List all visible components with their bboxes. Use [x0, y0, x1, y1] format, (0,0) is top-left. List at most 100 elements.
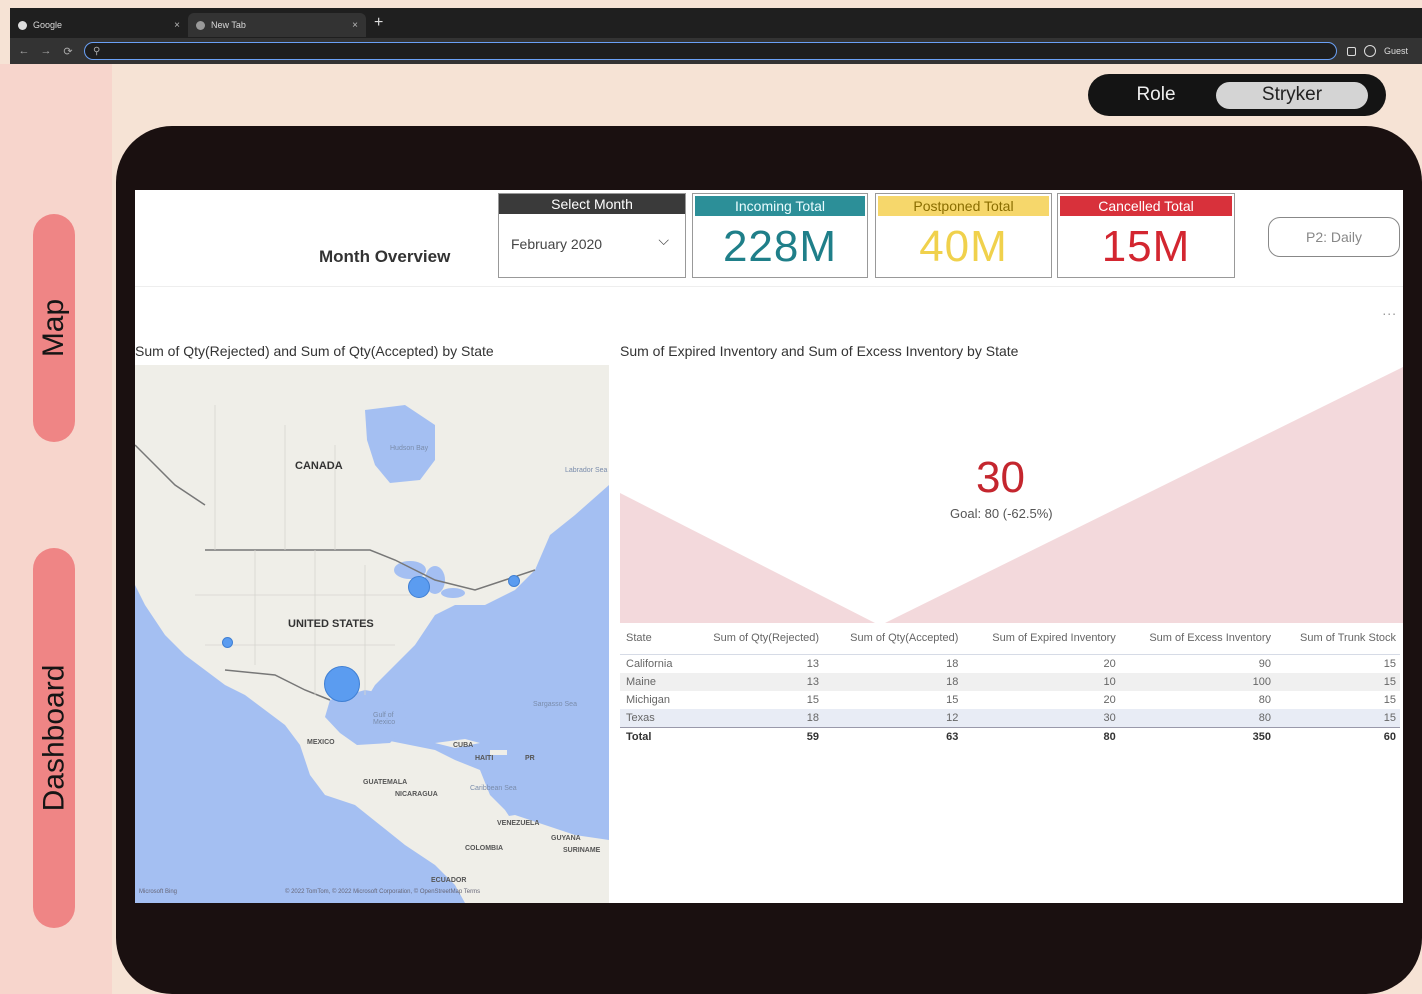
table-cell: 10: [962, 673, 1120, 691]
chevron-down-icon[interactable]: ⌵: [658, 232, 669, 249]
profile-label[interactable]: Guest: [1384, 46, 1408, 56]
table-cell: 30: [962, 709, 1120, 728]
address-bar-row: ← → ⟳ ⚲ Guest: [10, 38, 1422, 64]
incoming-total-card: Incoming Total 228M: [692, 193, 868, 278]
table-cell: 59: [806, 731, 820, 743]
address-input[interactable]: ⚲: [84, 42, 1337, 60]
map-title: Sum of Qty(Rejected) and Sum of Qty(Acce…: [135, 343, 494, 359]
map-bubble-california[interactable]: [222, 637, 233, 648]
tab-title: Google: [33, 20, 63, 30]
more-options-icon[interactable]: ...: [1382, 302, 1397, 318]
table-cell: California: [626, 658, 673, 670]
new-tab-button[interactable]: +: [374, 14, 383, 32]
map-label-nicaragua: NICARAGUA: [395, 791, 438, 798]
gauge-title: Sum of Expired Inventory and Sum of Exce…: [620, 343, 1019, 359]
map-label-us: UNITED STATES: [288, 618, 374, 630]
profile-icon[interactable]: [1363, 45, 1376, 57]
table-cell: 80: [1258, 694, 1271, 706]
reload-icon[interactable]: ⟳: [62, 45, 74, 58]
card-value: 40M: [919, 222, 1008, 271]
map-label-hudson: Hudson Bay: [390, 445, 429, 452]
browser-tab-new-tab[interactable]: New Tab ×: [188, 13, 366, 37]
nav-dashboard-button[interactable]: Dashboard: [33, 548, 75, 928]
map-label-guatemala: GUATEMALA: [363, 779, 408, 786]
p2-daily-button[interactable]: P2: Daily: [1268, 217, 1400, 257]
browser-chrome: Google × New Tab × + ← → ⟳ ⚲ Guest: [10, 8, 1422, 64]
table-cell: 13: [806, 658, 820, 670]
table-total-row: Total 59 63 80 350 60: [620, 728, 1400, 747]
column-header[interactable]: State: [620, 628, 687, 655]
map-bubble-maine[interactable]: [508, 575, 520, 587]
close-tab-icon[interactable]: ×: [174, 20, 180, 31]
page-title: Month Overview: [319, 247, 451, 266]
table-row[interactable]: Maine 13 18 10 100 15: [620, 673, 1400, 691]
table-cell: 63: [946, 731, 959, 743]
bubble-map[interactable]: CANADA UNITED STATES MEXICO Hudson Bay G…: [135, 365, 609, 903]
table-cell: Maine: [620, 673, 687, 691]
close-tab-icon[interactable]: ×: [352, 20, 358, 31]
tab-search-icon[interactable]: [1346, 46, 1356, 56]
month-slicer-value[interactable]: February 2020: [511, 236, 602, 252]
header-divider: [135, 286, 1403, 287]
table-cell: 20: [1103, 658, 1116, 670]
table-cell: 18: [946, 658, 959, 670]
nav-dashboard-label: Dashboard: [37, 664, 71, 812]
bing-attribution: Microsoft Bing: [139, 889, 178, 895]
map-label-guyana: GUYANA: [551, 835, 581, 842]
card-value: 15M: [1101, 222, 1191, 271]
nav-map-button[interactable]: Map: [33, 214, 75, 442]
table-cell: 18: [686, 709, 824, 728]
gauge-chart[interactable]: 30 Goal: 80 (-62.5%): [620, 365, 1403, 623]
month-slicer[interactable]: Select Month February 2020 ⌵: [498, 193, 686, 278]
role-value-button[interactable]: Stryker: [1216, 81, 1368, 109]
browser-tab-google[interactable]: Google ×: [10, 13, 188, 37]
toolbar-right: Guest: [1346, 45, 1414, 57]
table-cell: 100: [1119, 673, 1275, 691]
card-header: Postponed Total: [878, 196, 1049, 216]
table-cell: 15: [1383, 694, 1396, 706]
table-cell: 18: [823, 673, 963, 691]
table-cell: 15: [806, 694, 820, 706]
column-header[interactable]: Sum of Qty(Rejected): [686, 628, 824, 655]
table-cell: 90: [1258, 658, 1271, 670]
search-icon: ⚲: [93, 45, 101, 57]
column-header[interactable]: Sum of Qty(Accepted): [823, 628, 963, 655]
table-cell: 80: [1103, 731, 1116, 743]
table-row[interactable]: Texas 18 12 30 80 15: [620, 709, 1400, 728]
column-header[interactable]: Sum of Trunk Stock: [1275, 628, 1400, 655]
table-cell: 60: [1383, 731, 1396, 743]
map-label-canada: CANADA: [295, 460, 343, 472]
column-header[interactable]: Sum of Excess Inventory: [1119, 628, 1275, 655]
table-row[interactable]: Michigan 15 15 20 80 15: [620, 691, 1400, 709]
nav-map-label: Map: [37, 298, 71, 358]
new-tab-favicon-icon: [196, 20, 205, 30]
map-bubble-texas[interactable]: [324, 666, 360, 702]
google-favicon-icon: [18, 20, 27, 30]
column-header[interactable]: Sum of Expired Inventory: [962, 628, 1120, 655]
map-label-venezuela: VENEZUELA: [497, 820, 540, 827]
map-bubble-michigan[interactable]: [408, 576, 430, 598]
gauge-goal: Goal: 80 (-62.5%): [950, 506, 1053, 521]
table-cell: Michigan: [626, 694, 671, 706]
table-cell: 12: [823, 709, 963, 728]
card-value: 228M: [722, 222, 838, 271]
map-label-haiti: HAITI: [475, 755, 494, 762]
map-copyright[interactable]: © 2022 TomTom, © 2022 Microsoft Corporat…: [285, 889, 480, 895]
map-label-sargasso: Sargasso Sea: [533, 701, 577, 708]
tab-strip: Google × New Tab × +: [10, 8, 1422, 38]
tab-title: New Tab: [211, 20, 246, 30]
role-toggle[interactable]: Role Stryker: [1088, 74, 1386, 116]
map-label-labrador: Labrador Sea: [565, 467, 608, 474]
back-icon[interactable]: ←: [18, 45, 30, 57]
table-header-row: State Sum of Qty(Rejected) Sum of Qty(Ac…: [620, 628, 1400, 655]
table-row[interactable]: California 13 18 20 90 15: [620, 655, 1400, 674]
forward-icon[interactable]: →: [40, 45, 52, 57]
map-label-pr: PR: [525, 755, 535, 762]
card-header: Incoming Total: [695, 196, 865, 216]
month-slicer-header: Select Month: [499, 194, 685, 214]
gauge-value: 30: [976, 453, 1025, 502]
role-label: Role: [1136, 84, 1176, 105]
state-table: State Sum of Qty(Rejected) Sum of Qty(Ac…: [620, 628, 1400, 746]
map-label-colombia: COLOMBIA: [465, 845, 504, 852]
cancelled-total-card: Cancelled Total 15M: [1057, 193, 1235, 278]
